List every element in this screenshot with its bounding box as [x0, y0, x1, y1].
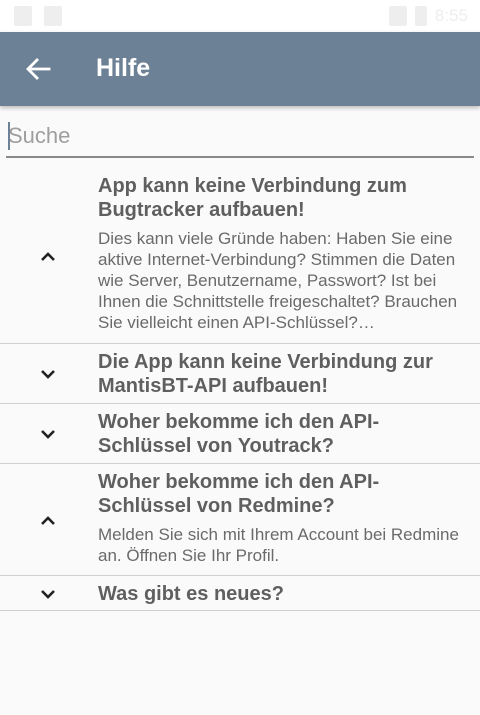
expand-toggle[interactable] [30, 576, 66, 612]
signal-icon [388, 6, 407, 26]
page-title: Hilfe [96, 54, 151, 82]
notification-icon [44, 6, 62, 26]
collapse-toggle[interactable] [30, 238, 66, 274]
search-field[interactable] [6, 116, 474, 158]
chevron-up-icon [41, 516, 55, 525]
faq-item[interactable]: Was gibt es neues? [0, 576, 480, 611]
faq-item[interactable]: Woher bekomme ich den API-Schlüssel von … [0, 404, 480, 464]
faq-question: Was gibt es neues? [98, 583, 284, 605]
chevron-down-icon [41, 370, 55, 379]
faq-answer: Melden Sie sich mit Ihrem Account bei Re… [98, 525, 459, 565]
faq-question: Die App kann keine Verbindung zur Mantis… [98, 351, 433, 397]
chevron-down-icon [41, 430, 55, 439]
chevron-up-icon [41, 252, 55, 261]
text-cursor [8, 122, 10, 150]
back-button[interactable] [18, 49, 58, 89]
battery-icon [414, 6, 427, 26]
chevron-down-icon [41, 590, 55, 599]
arrow-left-icon [26, 58, 51, 80]
faq-list: App kann keine Verbindung zum Bugtracker… [0, 160, 480, 611]
notification-icon [14, 6, 32, 26]
faq-question: Woher bekomme ich den API-Schlüssel von … [98, 411, 380, 457]
search-input[interactable] [6, 116, 474, 156]
expand-toggle[interactable] [30, 356, 66, 392]
status-time: 8:55 [434, 6, 468, 25]
faq-item[interactable]: Die App kann keine Verbindung zur Mantis… [0, 344, 480, 404]
faq-item[interactable]: Woher bekomme ich den API-Schlüssel von … [0, 464, 480, 576]
app-bar: Hilfe [0, 32, 480, 106]
expand-toggle[interactable] [30, 416, 66, 452]
faq-question: App kann keine Verbindung zum Bugtracker… [98, 175, 407, 221]
faq-answer: Dies kann viele Gründe haben: Haben Sie … [98, 229, 458, 332]
collapse-toggle[interactable] [30, 502, 66, 538]
status-bar: 8:55 [0, 0, 480, 32]
faq-question: Woher bekomme ich den API-Schlüssel von … [98, 471, 380, 517]
faq-item[interactable]: App kann keine Verbindung zum Bugtracker… [0, 160, 480, 344]
